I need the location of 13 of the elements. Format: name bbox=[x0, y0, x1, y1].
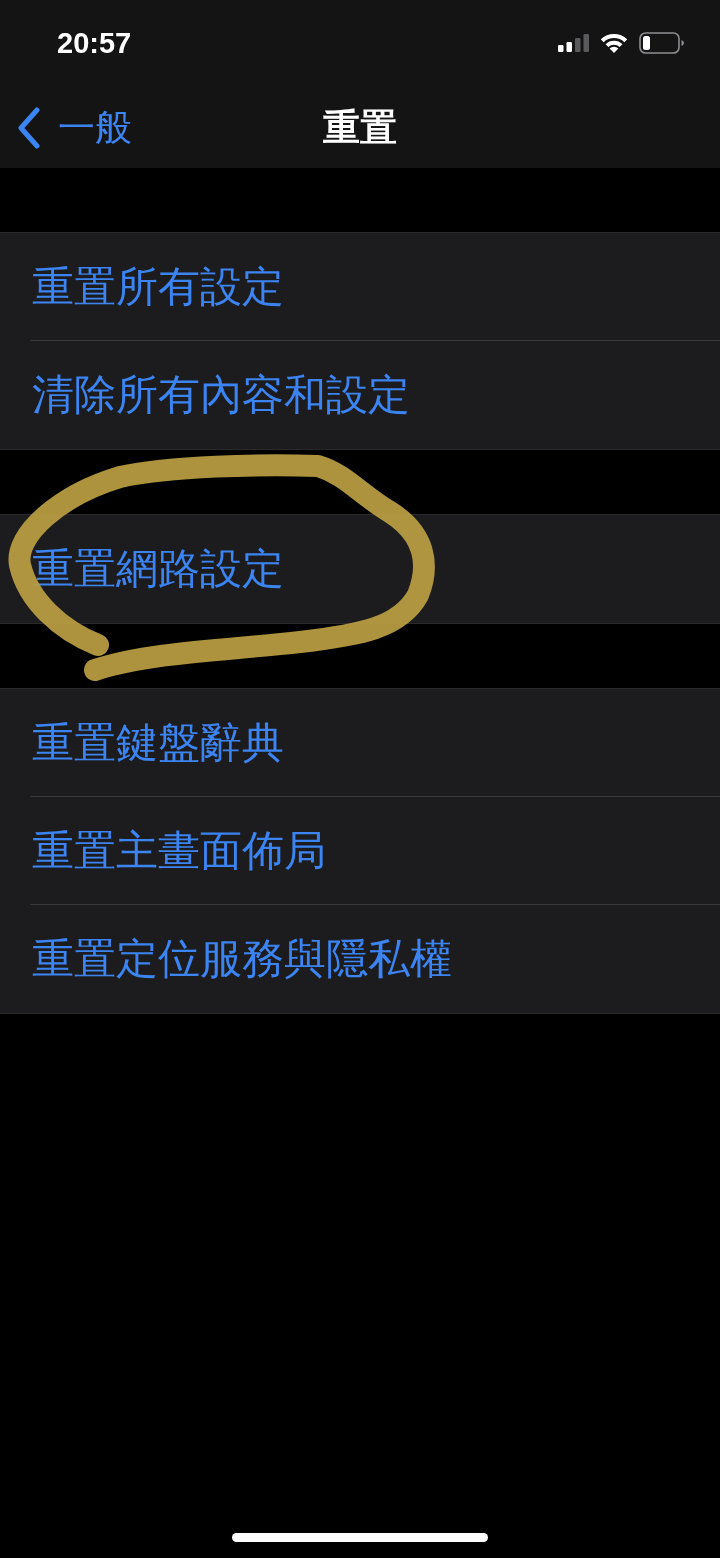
signal-icon bbox=[558, 34, 589, 52]
back-button[interactable]: 一般 bbox=[0, 103, 138, 153]
wifi-icon bbox=[600, 33, 628, 53]
settings-option[interactable]: 重置鍵盤辭典 bbox=[0, 689, 720, 797]
settings-option[interactable]: 重置所有設定 bbox=[0, 233, 720, 341]
settings-option[interactable]: 重置定位服務與隱私權 bbox=[0, 905, 720, 1013]
chevron-left-icon bbox=[16, 107, 42, 149]
settings-option[interactable]: 重置主畫面佈局 bbox=[0, 797, 720, 905]
settings-option[interactable]: 重置網路設定 bbox=[0, 515, 720, 623]
page-title: 重置 bbox=[323, 105, 397, 151]
status-time: 20:57 bbox=[57, 26, 132, 60]
battery-icon bbox=[639, 32, 684, 54]
settings-option[interactable]: 清除所有內容和設定 bbox=[0, 341, 720, 449]
